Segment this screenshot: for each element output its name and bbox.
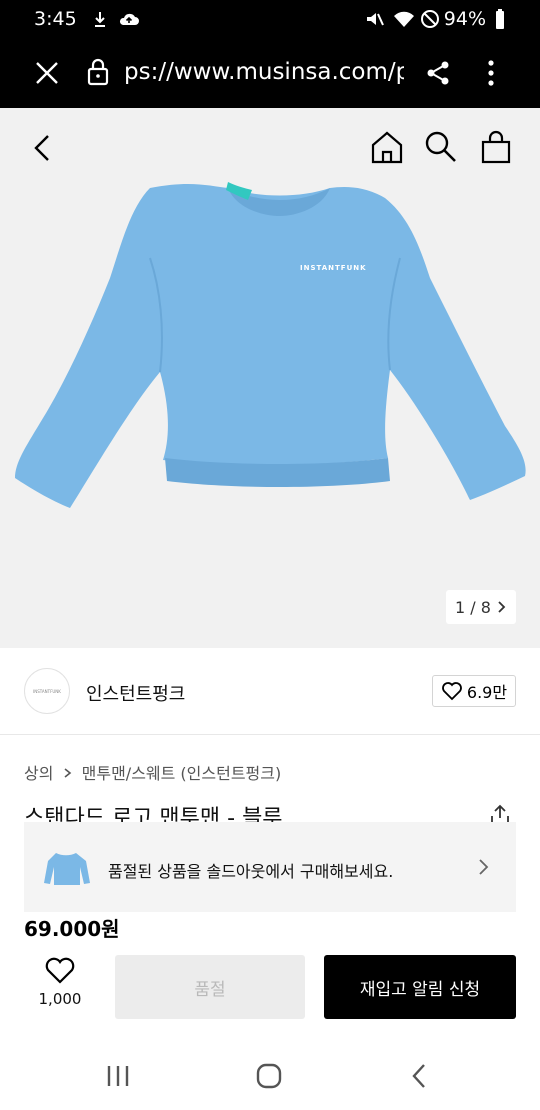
product-image-gallery[interactable]: INSTANTFUNK 1 / 8 <box>0 108 540 648</box>
browser-url-bar: ps://www.musinsa.com/p <box>0 38 540 108</box>
brand-like-button[interactable]: 6.9만 <box>432 675 516 707</box>
close-icon[interactable] <box>34 60 60 86</box>
restock-alert-button[interactable]: 재입고 알림 신청 <box>324 955 516 1019</box>
soldout-banner[interactable]: 품절된 상품을 솔드아웃에서 구매해보세요. <box>24 822 516 912</box>
wishlist-count: 1,000 <box>38 990 82 1008</box>
search-icon[interactable] <box>424 130 458 164</box>
sweatshirt-thumbnail-icon <box>44 853 90 885</box>
breadcrumb: 상의 맨투맨/스웨트 (인스턴트펑크) <box>24 760 281 784</box>
brand-like-count: 6.9만 <box>466 683 508 702</box>
cloud-upload-icon <box>119 13 139 25</box>
battery-icon <box>496 9 504 29</box>
breadcrumb-category[interactable]: 상의 <box>24 764 53 783</box>
brand-logo-text: INSTANTFUNK <box>33 688 61 694</box>
chevron-right-icon <box>498 601 506 613</box>
recent-apps-icon[interactable] <box>106 1064 130 1088</box>
back-arrow-icon[interactable] <box>32 134 52 162</box>
brand-logo[interactable]: INSTANTFUNK <box>24 668 70 714</box>
chevron-right-icon <box>479 859 489 875</box>
breadcrumb-chevron-icon <box>64 768 71 778</box>
brand-name[interactable]: 인스턴트펑크 <box>86 680 185 706</box>
status-time: 3:45 <box>34 8 77 30</box>
do-not-disturb-icon <box>421 10 439 28</box>
product-print-logo: INSTANTFUNK <box>300 264 367 272</box>
status-bar: 3:45 94% <box>0 0 540 38</box>
battery-level: 94% <box>443 8 486 30</box>
heart-icon <box>45 957 75 984</box>
wifi-icon <box>394 11 414 27</box>
brand-row: INSTANTFUNK 인스턴트펑크 6.9만 <box>0 648 540 735</box>
lock-icon[interactable] <box>86 57 110 87</box>
image-counter[interactable]: 1 / 8 <box>446 590 516 624</box>
shopping-bag-icon[interactable] <box>480 130 512 164</box>
heart-icon <box>442 682 462 701</box>
breadcrumb-subcategory[interactable]: 맨투맨/스웨트 (인스턴트펑크) <box>82 764 282 783</box>
home-icon[interactable] <box>370 130 404 164</box>
download-icon <box>95 12 105 27</box>
more-options-icon[interactable] <box>486 60 496 86</box>
share-icon[interactable] <box>426 60 450 86</box>
bottom-action-bar: 1,000 품절 재입고 알림 신청 <box>0 940 540 1030</box>
product-image <box>15 182 526 508</box>
url-text[interactable]: ps://www.musinsa.com/p <box>124 59 404 85</box>
soldout-button[interactable]: 품절 <box>115 955 305 1019</box>
back-nav-icon[interactable] <box>410 1063 428 1089</box>
image-counter-text: 1 / 8 <box>455 597 491 617</box>
home-nav-icon[interactable] <box>256 1063 282 1089</box>
product-price: 69.000원 <box>24 917 120 941</box>
soldout-banner-text: 품절된 상품을 솔드아웃에서 구매해보세요. <box>108 862 394 881</box>
wishlist-button[interactable]: 1,000 <box>28 956 92 1022</box>
system-nav-bar <box>0 1040 540 1110</box>
mute-icon <box>367 13 384 26</box>
